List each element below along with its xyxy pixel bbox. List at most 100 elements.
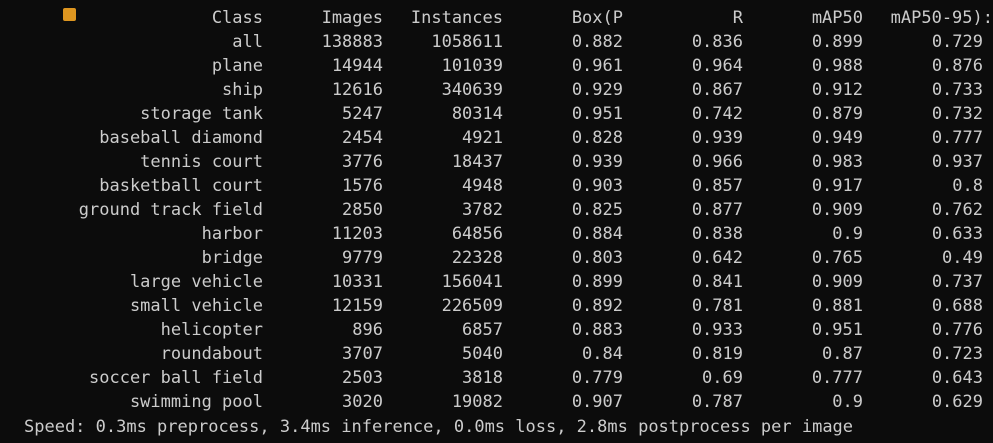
table-row: storage tank 5247 80314 0.951 0.742 0.87… xyxy=(0,102,993,126)
table-row: all 138883 1058611 0.882 0.836 0.899 0.7… xyxy=(0,30,993,54)
cell-class: ground track field xyxy=(78,200,263,220)
cell-map50-95: 0.732 xyxy=(931,104,983,124)
cell-class: basketball court xyxy=(99,176,263,196)
cell-map50: 0.983 xyxy=(811,152,863,172)
cell-box-p: 0.939 xyxy=(571,152,623,172)
cell-class: storage tank xyxy=(140,104,263,124)
cell-map50-95: 0.8 xyxy=(952,176,983,196)
cell-map50: 0.917 xyxy=(811,176,863,196)
cell-r: 0.787 xyxy=(691,392,743,412)
cell-map50-95: 0.643 xyxy=(931,368,983,388)
cell-box-p: 0.903 xyxy=(571,176,623,196)
cell-images: 896 xyxy=(352,320,383,340)
cell-box-p: 0.882 xyxy=(571,32,623,52)
cell-map50: 0.881 xyxy=(811,296,863,316)
cell-map50: 0.909 xyxy=(811,200,863,220)
cell-images: 2503 xyxy=(342,368,383,388)
cell-class: swimming pool xyxy=(129,392,263,412)
cell-box-p: 0.929 xyxy=(571,80,623,100)
cell-box-p: 0.828 xyxy=(571,128,623,148)
cell-instances: 101039 xyxy=(441,56,503,76)
table-row: soccer ball field 2503 3818 0.779 0.69 0… xyxy=(0,366,993,390)
cell-images: 12159 xyxy=(331,296,383,316)
table-row: plane 14944 101039 0.961 0.964 0.988 0.8… xyxy=(0,54,993,78)
cell-class: plane xyxy=(211,56,263,76)
cell-instances: 4948 xyxy=(462,176,503,196)
cell-map50-95: 0.733 xyxy=(931,80,983,100)
cell-map50: 0.912 xyxy=(811,80,863,100)
table-header-row: Class Images Instances Box(P R mAP50 mAP… xyxy=(0,6,993,30)
table-row: bridge 9779 22328 0.803 0.642 0.765 0.49 xyxy=(0,246,993,270)
cell-class: baseball diamond xyxy=(99,128,263,148)
cell-map50-95: 0.737 xyxy=(931,272,983,292)
cell-map50: 0.988 xyxy=(811,56,863,76)
cell-r: 0.933 xyxy=(691,320,743,340)
cell-r: 0.877 xyxy=(691,200,743,220)
table-row: baseball diamond 2454 4921 0.828 0.939 0… xyxy=(0,126,993,150)
header-box-p: Box(P xyxy=(571,8,623,28)
cell-r: 0.69 xyxy=(702,368,743,388)
table-row: ship 12616 340639 0.929 0.867 0.912 0.73… xyxy=(0,78,993,102)
table-row: tennis court 3776 18437 0.939 0.966 0.98… xyxy=(0,150,993,174)
speed-summary-line: Speed: 0.3ms preprocess, 3.4ms inference… xyxy=(24,417,854,437)
table-row: ground track field 2850 3782 0.825 0.877… xyxy=(0,198,993,222)
cell-images: 2454 xyxy=(342,128,383,148)
cell-images: 1576 xyxy=(342,176,383,196)
cell-map50: 0.87 xyxy=(822,344,863,364)
cell-instances: 3782 xyxy=(462,200,503,220)
header-class: Class xyxy=(211,8,263,28)
cell-r: 0.939 xyxy=(691,128,743,148)
cell-box-p: 0.884 xyxy=(571,224,623,244)
header-map50-95: mAP50-95): xyxy=(890,8,993,28)
header-images: Images xyxy=(321,8,383,28)
cell-r: 0.867 xyxy=(691,80,743,100)
cell-images: 9779 xyxy=(342,248,383,268)
cell-map50: 0.765 xyxy=(811,248,863,268)
cell-map50-95: 0.629 xyxy=(931,392,983,412)
cell-class: harbor xyxy=(201,224,263,244)
cell-class: bridge xyxy=(201,248,263,268)
cell-instances: 80314 xyxy=(451,104,503,124)
cell-r: 0.836 xyxy=(691,32,743,52)
cell-map50: 0.949 xyxy=(811,128,863,148)
cell-r: 0.841 xyxy=(691,272,743,292)
cell-box-p: 0.951 xyxy=(571,104,623,124)
cell-r: 0.742 xyxy=(691,104,743,124)
cell-box-p: 0.779 xyxy=(571,368,623,388)
cell-instances: 19082 xyxy=(451,392,503,412)
cell-instances: 64856 xyxy=(451,224,503,244)
table-row: roundabout 3707 5040 0.84 0.819 0.87 0.7… xyxy=(0,342,993,366)
cell-class: roundabout xyxy=(160,344,263,364)
cell-map50-95: 0.633 xyxy=(931,224,983,244)
cell-instances: 22328 xyxy=(451,248,503,268)
cell-r: 0.966 xyxy=(691,152,743,172)
cell-r: 0.964 xyxy=(691,56,743,76)
table-row: large vehicle 10331 156041 0.899 0.841 0… xyxy=(0,270,993,294)
cell-map50-95: 0.876 xyxy=(931,56,983,76)
cell-class: small vehicle xyxy=(129,296,263,316)
cell-box-p: 0.961 xyxy=(571,56,623,76)
cell-images: 138883 xyxy=(321,32,383,52)
cell-map50: 0.777 xyxy=(811,368,863,388)
cell-class: tennis court xyxy=(140,152,263,172)
table-row: harbor 11203 64856 0.884 0.838 0.9 0.633 xyxy=(0,222,993,246)
cell-map50-95: 0.729 xyxy=(931,32,983,52)
cell-class: soccer ball field xyxy=(89,368,263,388)
header-instances: Instances xyxy=(410,8,503,28)
table-row: swimming pool 3020 19082 0.907 0.787 0.9… xyxy=(0,390,993,414)
table-row: basketball court 1576 4948 0.903 0.857 0… xyxy=(0,174,993,198)
cell-images: 14944 xyxy=(331,56,383,76)
cell-instances: 340639 xyxy=(441,80,503,100)
cell-r: 0.857 xyxy=(691,176,743,196)
cell-images: 5247 xyxy=(342,104,383,124)
cell-box-p: 0.892 xyxy=(571,296,623,316)
header-r: R xyxy=(732,8,743,28)
cell-class: ship xyxy=(222,80,263,100)
table-row: small vehicle 12159 226509 0.892 0.781 0… xyxy=(0,294,993,318)
cell-instances: 6857 xyxy=(462,320,503,340)
cell-map50-95: 0.49 xyxy=(942,248,983,268)
cell-instances: 1058611 xyxy=(431,32,503,52)
cell-map50: 0.9 xyxy=(832,392,863,412)
cell-map50-95: 0.777 xyxy=(931,128,983,148)
cell-images: 2850 xyxy=(342,200,383,220)
